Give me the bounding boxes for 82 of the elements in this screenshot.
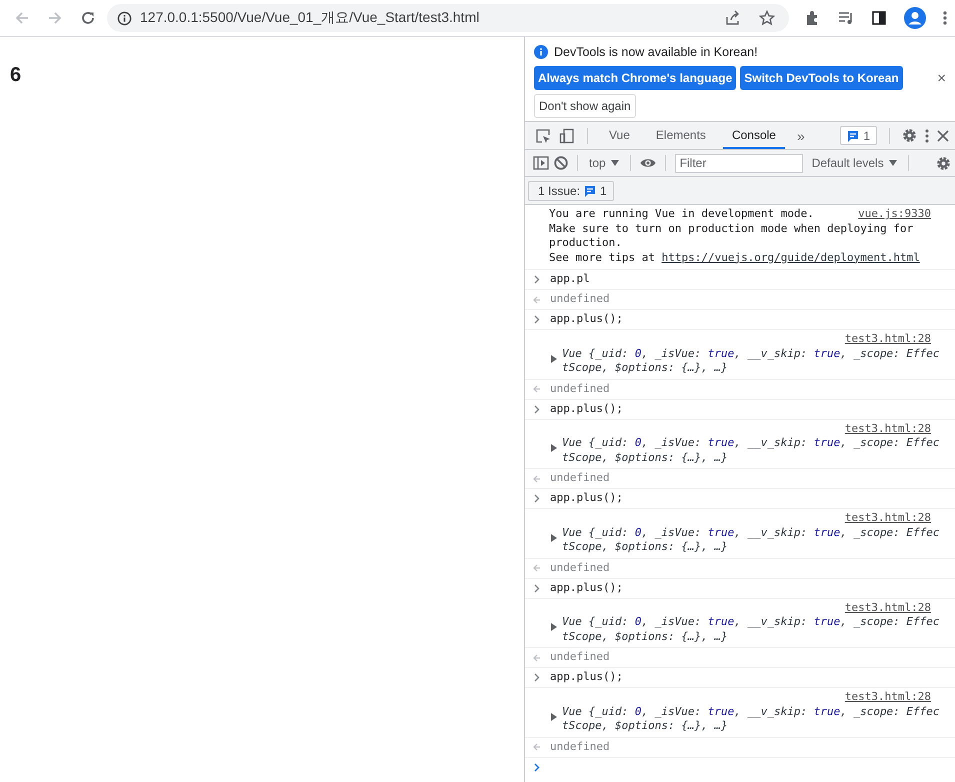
sidebar-icon[interactable] [871, 10, 887, 26]
object-preview[interactable]: Vue {_uid: 0, _isVue: true, __v_skip: true, _scope: EffectScope, $options: {…}, …} [562, 615, 942, 644]
source-link[interactable]: test3.html:28 [844, 422, 931, 434]
address-bar[interactable]: 127.0.0.1:5500/Vue/Vue_01_개요/Vue_Start/test3.html [107, 4, 789, 32]
devtools-tab[interactable]: Elements [646, 122, 715, 149]
console-message: See more tips at https://vuejs.org/guide/deployment.html [549, 250, 921, 265]
more-options-icon[interactable] [925, 128, 929, 142]
source-link[interactable]: test3.html:28 [844, 600, 931, 614]
return-arrow-icon [532, 385, 542, 393]
infobar-button[interactable]: Switch DevTools to Korean [740, 66, 903, 90]
object-preview[interactable]: Vue {_uid: 0, _isVue: true, __v_skip: true, _scope: EffectScope, $options: {…}, …} [562, 704, 942, 734]
issues-button[interactable]: 1 [840, 126, 877, 145]
chevron-icon [532, 584, 542, 592]
prompt-chevron-icon [532, 763, 542, 772]
expand-triangle-icon[interactable] [551, 354, 557, 362]
console-result-text: undefined [550, 560, 610, 576]
chevron-icon [532, 494, 542, 503]
settings-icon[interactable] [902, 128, 917, 143]
source-link[interactable]: test3.html:28 [844, 511, 931, 524]
star-icon[interactable] [759, 10, 775, 26]
chevron-icon [532, 404, 542, 414]
infobar-message: DevTools is now available in Korean! [554, 45, 758, 59]
expand-triangle-icon[interactable] [551, 534, 557, 542]
chevron-icon [532, 673, 542, 682]
console-result-text: undefined [550, 650, 610, 665]
device-icon[interactable] [559, 128, 575, 144]
chevron-icon [532, 275, 542, 284]
return-arrow-icon [532, 654, 542, 662]
infobar-button[interactable]: Always match Chrome's language [534, 66, 736, 90]
source-link[interactable]: vue.js:9330 [858, 207, 931, 222]
console-result-text: undefined [550, 292, 610, 307]
console-result-text: undefined [550, 471, 610, 486]
return-arrow-icon [532, 296, 542, 304]
clear-console-icon[interactable] [554, 156, 568, 170]
settings-icon[interactable] [936, 156, 951, 170]
sidebar-toggle-icon[interactable] [533, 156, 549, 170]
devtools-tab[interactable]: Vue [600, 122, 639, 149]
expand-triangle-icon[interactable] [551, 712, 557, 720]
console-command-text: app.plus(); [550, 312, 623, 327]
chevron-icon [532, 315, 542, 324]
console-command-text: app.plus(); [550, 402, 623, 416]
infobar-button[interactable]: Don't show again [534, 94, 636, 118]
return-arrow-icon [532, 474, 542, 482]
dropdown-caret-icon [610, 160, 619, 166]
page-heading: 6 [10, 64, 22, 87]
console-result-text: undefined [550, 740, 610, 754]
console-command-text: app.plus(); [550, 580, 623, 596]
filter-field[interactable]: Filter [674, 154, 803, 172]
reload-icon[interactable] [80, 10, 96, 26]
console-command-text: app.plus(); [550, 670, 623, 685]
console-message: You are running Vue in development mode. [549, 207, 814, 222]
message-icon [847, 130, 860, 142]
info-icon[interactable] [117, 10, 132, 26]
dropdown-caret-icon [888, 160, 897, 166]
source-link[interactable]: test3.html:28 [844, 690, 931, 703]
console-result-text: undefined [550, 382, 610, 396]
close-button[interactable]: × [937, 70, 946, 86]
more-tabs-button[interactable]: » [792, 128, 809, 144]
avatar-icon[interactable] [904, 7, 926, 29]
info-icon [534, 45, 548, 59]
issues-button[interactable]: 1 Issue: 1 [528, 180, 614, 200]
object-preview[interactable]: Vue {_uid: 0, _isVue: true, __v_skip: true, _scope: EffectScope, $options: {…}, …} [562, 526, 942, 554]
context-selector[interactable]: top [587, 156, 621, 170]
inspect-icon[interactable] [535, 128, 551, 144]
media-icon[interactable] [838, 10, 854, 26]
expand-triangle-icon[interactable] [551, 444, 557, 452]
log-levels-dropdown[interactable]: Default levels [810, 156, 899, 170]
close-icon[interactable] [937, 130, 949, 142]
console-command-text: app.plus(); [550, 491, 623, 506]
message-icon [584, 184, 596, 196]
return-arrow-icon [532, 743, 542, 751]
eye-icon[interactable] [640, 157, 656, 169]
return-arrow-icon [532, 564, 542, 572]
menu-icon[interactable] [943, 11, 947, 25]
object-preview[interactable]: Vue {_uid: 0, _isVue: true, __v_skip: true, _scope: EffectScope, $options: {…}, …} [562, 346, 942, 376]
console-command-text: app.pl [550, 272, 590, 287]
object-preview[interactable]: Vue {_uid: 0, _isVue: true, __v_skip: true, _scope: EffectScope, $options: {…}, …} [562, 436, 942, 465]
share-icon[interactable] [725, 10, 741, 26]
source-link[interactable]: test3.html:28 [844, 332, 931, 345]
console-message: Make sure to turn on production mode when deploying for production. [549, 222, 914, 250]
docs-link[interactable]: https://vuejs.org/guide/deployment.html [662, 250, 920, 264]
expand-triangle-icon[interactable] [551, 623, 557, 631]
